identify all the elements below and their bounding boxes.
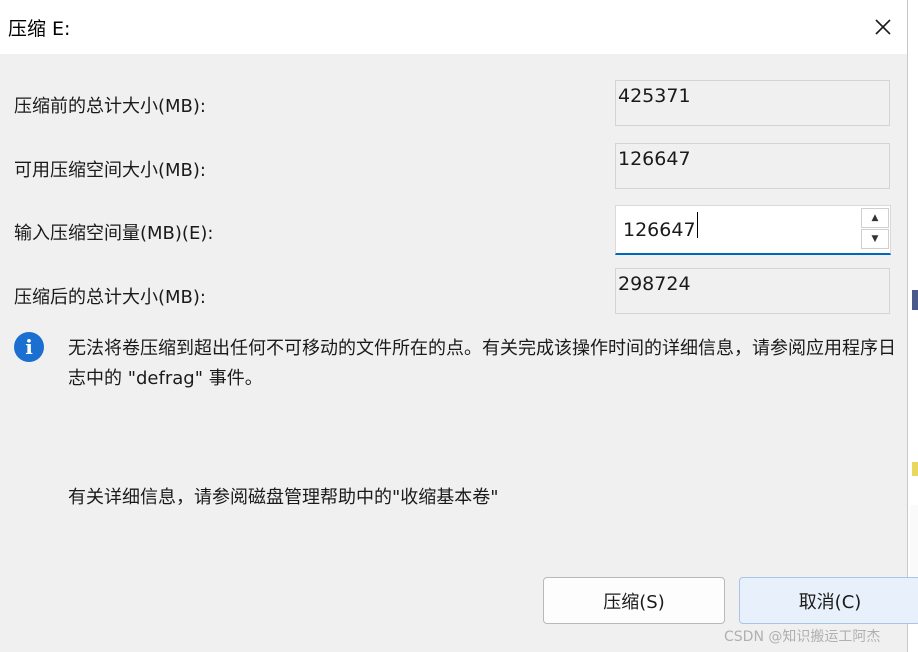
stepper-buttons: ▲ ▼ [861,208,889,250]
available-space-value: 126647 [615,143,890,189]
watermark: CSDN @知识搬运工阿杰 [724,629,881,645]
available-space-label: 可用压缩空间大小(MB): [14,160,206,181]
info-message: 无法将卷压缩到超出任何不可移动的文件所在的点。有关完成该操作时间的详细信息，请参… [68,338,896,389]
background-fragment [912,462,918,476]
total-before-value: 425371 [615,80,890,126]
info-icon: i [14,332,44,362]
close-icon [875,19,891,35]
total-after-label: 压缩后的总计大小(MB): [14,287,206,308]
cancel-button[interactable]: 取消(C) [739,577,918,624]
chevron-down-icon: ▼ [871,234,879,244]
info-icon-glyph: i [25,335,33,359]
shrink-amount-input[interactable] [616,206,860,253]
close-button[interactable] [860,6,906,48]
stepper-up-button[interactable]: ▲ [861,208,889,228]
shrink-amount-stepper[interactable]: ▲ ▼ [615,205,891,255]
total-before-label: 压缩前的总计大小(MB): [14,96,206,117]
title-bar: 压缩 E: [0,0,907,54]
chevron-up-icon: ▲ [871,213,879,223]
dialog-title: 压缩 E: [8,18,71,40]
total-after-value: 298724 [615,268,890,314]
shrink-dialog: 压缩 E: 压缩前的总计大小(MB): 425371 可用压缩空间大小(MB):… [0,0,918,652]
background-fragment [912,290,918,310]
shrink-button[interactable]: 压缩(S) [543,577,725,624]
text-caret [697,212,698,238]
shrink-amount-label: 输入压缩空间量(MB)(E): [14,223,214,244]
stepper-down-button[interactable]: ▼ [861,229,889,249]
help-message: 有关详细信息，请参阅磁盘管理帮助中的"收缩基本卷" [68,487,499,508]
background-window-edge [908,0,918,652]
